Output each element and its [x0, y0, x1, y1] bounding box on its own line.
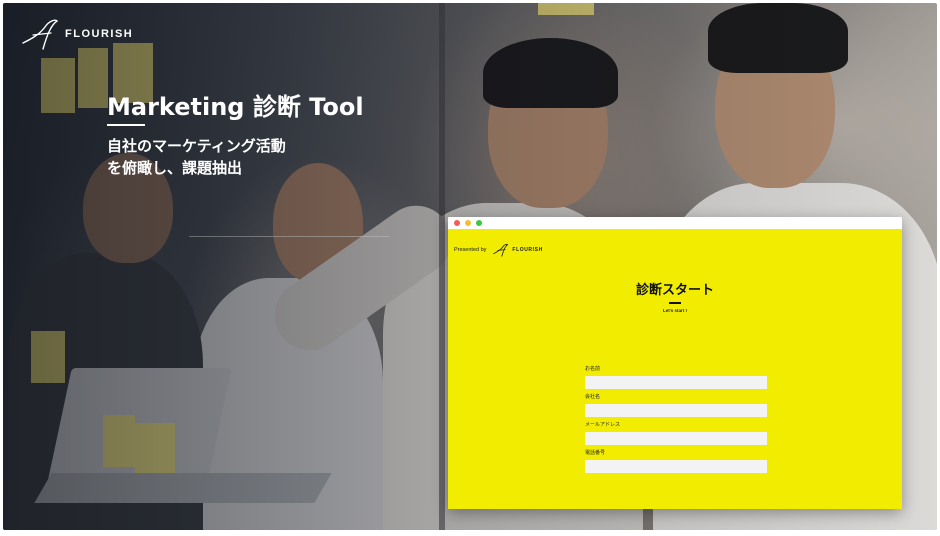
minimize-dot-icon[interactable] — [465, 220, 471, 226]
window-titlebar — [448, 217, 902, 229]
presented-by-logo: FLOURISH — [492, 243, 542, 257]
presented-by-logo-text: FLOURISH — [512, 247, 543, 253]
email-field[interactable] — [585, 432, 767, 445]
hero-divider — [107, 124, 145, 126]
form-subtitle: Let's start ! — [662, 308, 688, 313]
presented-by: Presented by FLOURISH — [454, 243, 543, 257]
hero-subtitle-line-2: を俯瞰し、課題抽出 — [107, 159, 243, 177]
company-field-label: 会社名 — [585, 394, 601, 400]
name-field-label: お名前 — [585, 366, 601, 372]
maximize-dot-icon[interactable] — [476, 220, 482, 226]
name-field[interactable] — [585, 376, 767, 389]
form-title-divider — [669, 302, 681, 304]
brand-name: FLOURISH — [65, 28, 134, 40]
brand-logo[interactable]: FLOURISH — [21, 17, 133, 51]
name-field-group: お名前 — [585, 366, 767, 389]
company-field-group: 会社名 — [585, 394, 767, 417]
phone-field[interactable] — [585, 460, 767, 473]
presented-by-label: Presented by — [454, 247, 487, 253]
company-field[interactable] — [585, 404, 767, 417]
email-field-group: メールアドレス — [585, 422, 767, 445]
flourish-script-f-icon — [22, 19, 59, 50]
phone-field-label: 電話番号 — [585, 450, 606, 456]
close-dot-icon[interactable] — [454, 220, 460, 226]
diagnosis-form-window: Presented by FLOURISH 診断スタート Let's start… — [448, 217, 902, 509]
hero-background-photo: FLOURISH Marketing 診断 Tool 自社のマーケティング活動 … — [3, 3, 937, 530]
hero-subtitle-line-1: 自社のマーケティング活動 — [107, 137, 286, 155]
hero-subtitle: 自社のマーケティング活動 を俯瞰し、課題抽出 — [107, 135, 286, 179]
form-title: 診断スタート — [635, 283, 714, 298]
flourish-script-f-icon — [493, 243, 509, 257]
email-field-label: メールアドレス — [585, 422, 621, 428]
phone-field-group: 電話番号 — [585, 450, 767, 473]
hero-title: Marketing 診断 Tool — [107, 93, 364, 121]
